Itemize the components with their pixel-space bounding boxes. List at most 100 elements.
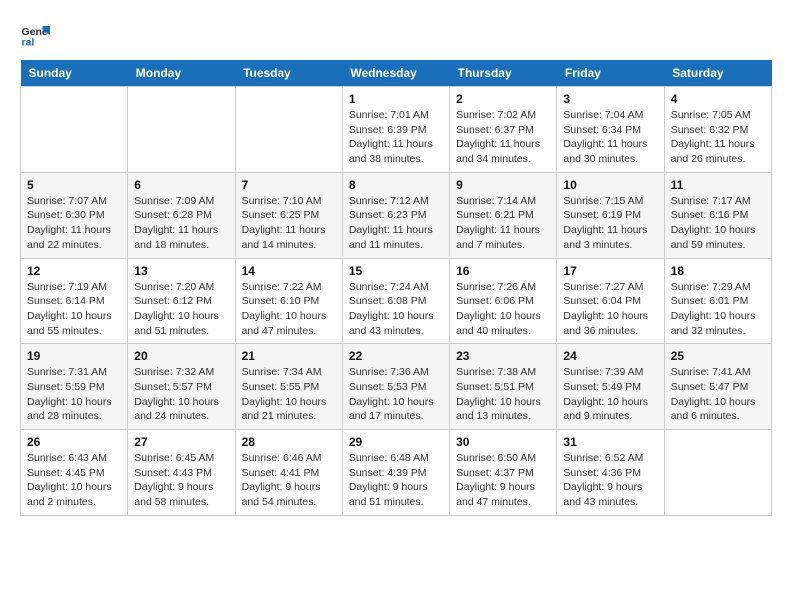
week-row: 19 Sunrise: 7:31 AM Sunset: 5:59 PM Dayli… xyxy=(21,344,772,430)
page-header: Gene ral xyxy=(20,20,772,50)
day-number: 26 xyxy=(27,435,121,449)
day-number: 25 xyxy=(671,349,765,363)
day-detail: Sunrise: 7:29 AM Sunset: 6:01 PM Dayligh… xyxy=(671,280,765,339)
svg-text:ral: ral xyxy=(22,37,35,49)
day-number: 19 xyxy=(27,349,121,363)
day-number: 27 xyxy=(134,435,228,449)
calendar-cell: 3 Sunrise: 7:04 AM Sunset: 6:34 PM Daylig… xyxy=(557,87,664,173)
day-number: 4 xyxy=(671,92,765,106)
day-detail: Sunrise: 7:01 AM Sunset: 6:39 PM Dayligh… xyxy=(349,108,443,167)
day-detail: Sunrise: 7:20 AM Sunset: 6:12 PM Dayligh… xyxy=(134,280,228,339)
day-header-saturday: Saturday xyxy=(664,60,771,87)
day-detail: Sunrise: 7:05 AM Sunset: 6:32 PM Dayligh… xyxy=(671,108,765,167)
day-number: 5 xyxy=(27,178,121,192)
calendar-cell: 12 Sunrise: 7:19 AM Sunset: 6:14 PM Dayli… xyxy=(21,258,128,344)
calendar-cell: 14 Sunrise: 7:22 AM Sunset: 6:10 PM Dayli… xyxy=(235,258,342,344)
day-detail: Sunrise: 7:24 AM Sunset: 6:08 PM Dayligh… xyxy=(349,280,443,339)
day-number: 11 xyxy=(671,178,765,192)
day-detail: Sunrise: 7:34 AM Sunset: 5:55 PM Dayligh… xyxy=(242,365,336,424)
calendar-header-row: SundayMondayTuesdayWednesdayThursdayFrid… xyxy=(21,60,772,87)
day-detail: Sunrise: 6:45 AM Sunset: 4:43 PM Dayligh… xyxy=(134,451,228,510)
calendar-cell: 24 Sunrise: 7:39 AM Sunset: 5:49 PM Dayli… xyxy=(557,344,664,430)
calendar-cell: 9 Sunrise: 7:14 AM Sunset: 6:21 PM Daylig… xyxy=(450,172,557,258)
calendar-cell xyxy=(21,87,128,173)
day-detail: Sunrise: 7:19 AM Sunset: 6:14 PM Dayligh… xyxy=(27,280,121,339)
calendar-cell xyxy=(235,87,342,173)
calendar-cell: 30 Sunrise: 6:50 AM Sunset: 4:37 PM Dayli… xyxy=(450,430,557,516)
day-detail: Sunrise: 7:07 AM Sunset: 6:30 PM Dayligh… xyxy=(27,194,121,253)
day-number: 24 xyxy=(563,349,657,363)
day-detail: Sunrise: 7:09 AM Sunset: 6:28 PM Dayligh… xyxy=(134,194,228,253)
day-detail: Sunrise: 7:10 AM Sunset: 6:25 PM Dayligh… xyxy=(242,194,336,253)
day-number: 20 xyxy=(134,349,228,363)
day-number: 22 xyxy=(349,349,443,363)
day-header-friday: Friday xyxy=(557,60,664,87)
calendar-cell: 25 Sunrise: 7:41 AM Sunset: 5:47 PM Dayli… xyxy=(664,344,771,430)
calendar-cell: 10 Sunrise: 7:15 AM Sunset: 6:19 PM Dayli… xyxy=(557,172,664,258)
day-header-wednesday: Wednesday xyxy=(342,60,449,87)
calendar-cell xyxy=(664,430,771,516)
day-number: 23 xyxy=(456,349,550,363)
day-detail: Sunrise: 7:41 AM Sunset: 5:47 PM Dayligh… xyxy=(671,365,765,424)
calendar-cell: 16Sunrise: 7:26 AM Sunset: 6:06 PM Dayli… xyxy=(450,258,557,344)
day-number: 3 xyxy=(563,92,657,106)
calendar-cell: 21 Sunrise: 7:34 AM Sunset: 5:55 PM Dayli… xyxy=(235,344,342,430)
calendar-cell: 1 Sunrise: 7:01 AM Sunset: 6:39 PM Daylig… xyxy=(342,87,449,173)
calendar-cell: 18Sunrise: 7:29 AM Sunset: 6:01 PM Dayli… xyxy=(664,258,771,344)
day-detail: Sunrise: 6:50 AM Sunset: 4:37 PM Dayligh… xyxy=(456,451,550,510)
calendar-cell: 31Sunrise: 6:52 AM Sunset: 4:36 PM Dayli… xyxy=(557,430,664,516)
calendar-cell: 5 Sunrise: 7:07 AM Sunset: 6:30 PM Daylig… xyxy=(21,172,128,258)
day-detail: Sunrise: 7:22 AM Sunset: 6:10 PM Dayligh… xyxy=(242,280,336,339)
day-detail: Sunrise: 7:15 AM Sunset: 6:19 PM Dayligh… xyxy=(563,194,657,253)
day-number: 8 xyxy=(349,178,443,192)
logo-icon: Gene ral xyxy=(20,20,50,50)
calendar-cell: 13 Sunrise: 7:20 AM Sunset: 6:12 PM Dayli… xyxy=(128,258,235,344)
calendar-cell xyxy=(128,87,235,173)
calendar: SundayMondayTuesdayWednesdayThursdayFrid… xyxy=(20,60,772,516)
week-row: 12 Sunrise: 7:19 AM Sunset: 6:14 PM Dayli… xyxy=(21,258,772,344)
day-header-sunday: Sunday xyxy=(21,60,128,87)
day-number: 14 xyxy=(242,264,336,278)
calendar-cell: 29Sunrise: 6:48 AM Sunset: 4:39 PM Dayli… xyxy=(342,430,449,516)
calendar-cell: 8 Sunrise: 7:12 AM Sunset: 6:23 PM Daylig… xyxy=(342,172,449,258)
day-detail: Sunrise: 7:36 AM Sunset: 5:53 PM Dayligh… xyxy=(349,365,443,424)
calendar-cell: 26Sunrise: 6:43 AM Sunset: 4:45 PM Dayli… xyxy=(21,430,128,516)
day-detail: Sunrise: 7:04 AM Sunset: 6:34 PM Dayligh… xyxy=(563,108,657,167)
day-number: 13 xyxy=(134,264,228,278)
day-number: 21 xyxy=(242,349,336,363)
day-number: 12 xyxy=(27,264,121,278)
day-detail: Sunrise: 7:12 AM Sunset: 6:23 PM Dayligh… xyxy=(349,194,443,253)
calendar-cell: 20Sunrise: 7:32 AM Sunset: 5:57 PM Dayli… xyxy=(128,344,235,430)
day-number: 10 xyxy=(563,178,657,192)
day-detail: Sunrise: 7:26 AM Sunset: 6:06 PM Dayligh… xyxy=(456,280,550,339)
calendar-cell: 27 Sunrise: 6:45 AM Sunset: 4:43 PM Dayli… xyxy=(128,430,235,516)
day-detail: Sunrise: 7:39 AM Sunset: 5:49 PM Dayligh… xyxy=(563,365,657,424)
day-header-thursday: Thursday xyxy=(450,60,557,87)
day-detail: Sunrise: 7:38 AM Sunset: 5:51 PM Dayligh… xyxy=(456,365,550,424)
week-row: 5 Sunrise: 7:07 AM Sunset: 6:30 PM Daylig… xyxy=(21,172,772,258)
calendar-cell: 22 Sunrise: 7:36 AM Sunset: 5:53 PM Dayli… xyxy=(342,344,449,430)
day-detail: Sunrise: 6:52 AM Sunset: 4:36 PM Dayligh… xyxy=(563,451,657,510)
day-number: 30 xyxy=(456,435,550,449)
calendar-cell: 15Sunrise: 7:24 AM Sunset: 6:08 PM Dayli… xyxy=(342,258,449,344)
day-number: 29 xyxy=(349,435,443,449)
week-row: 1 Sunrise: 7:01 AM Sunset: 6:39 PM Daylig… xyxy=(21,87,772,173)
day-number: 6 xyxy=(134,178,228,192)
day-detail: Sunrise: 7:14 AM Sunset: 6:21 PM Dayligh… xyxy=(456,194,550,253)
day-detail: Sunrise: 7:17 AM Sunset: 6:16 PM Dayligh… xyxy=(671,194,765,253)
calendar-cell: 17Sunrise: 7:27 AM Sunset: 6:04 PM Dayli… xyxy=(557,258,664,344)
day-header-monday: Monday xyxy=(128,60,235,87)
day-number: 9 xyxy=(456,178,550,192)
logo: Gene ral xyxy=(20,20,54,50)
day-number: 28 xyxy=(242,435,336,449)
day-detail: Sunrise: 7:27 AM Sunset: 6:04 PM Dayligh… xyxy=(563,280,657,339)
calendar-cell: 23 Sunrise: 7:38 AM Sunset: 5:51 PM Dayli… xyxy=(450,344,557,430)
day-header-tuesday: Tuesday xyxy=(235,60,342,87)
day-detail: Sunrise: 7:31 AM Sunset: 5:59 PM Dayligh… xyxy=(27,365,121,424)
week-row: 26Sunrise: 6:43 AM Sunset: 4:45 PM Dayli… xyxy=(21,430,772,516)
day-number: 1 xyxy=(349,92,443,106)
day-detail: Sunrise: 6:46 AM Sunset: 4:41 PM Dayligh… xyxy=(242,451,336,510)
day-number: 2 xyxy=(456,92,550,106)
calendar-cell: 11 Sunrise: 7:17 AM Sunset: 6:16 PM Dayli… xyxy=(664,172,771,258)
calendar-cell: 2Sunrise: 7:02 AM Sunset: 6:37 PM Daylig… xyxy=(450,87,557,173)
